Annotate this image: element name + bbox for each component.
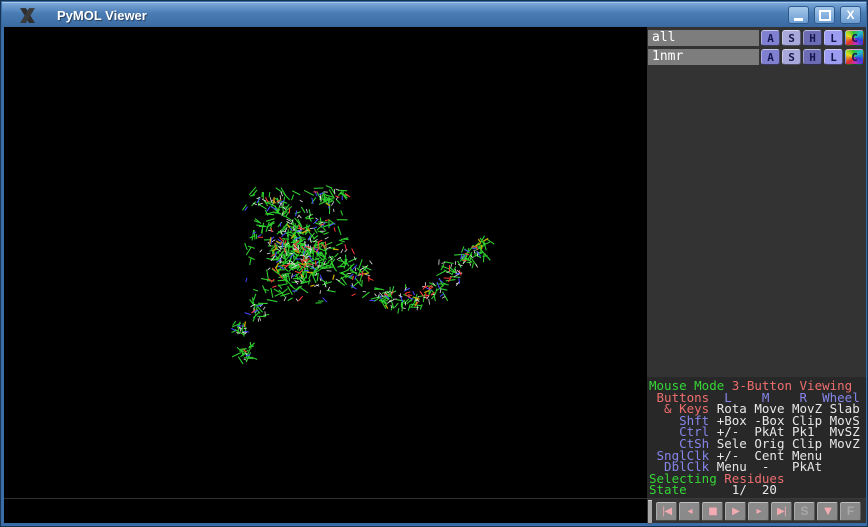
x11-logo-icon[interactable] <box>19 7 36 24</box>
label-menu-button[interactable]: L <box>824 49 843 65</box>
step-forward-button[interactable]: ▸ <box>748 502 769 521</box>
label-menu-button[interactable]: L <box>824 30 843 46</box>
mouse-mode-panel: Mouse Mode 3-Button Viewing Buttons L M … <box>647 377 866 498</box>
scene-label: S <box>800 504 808 518</box>
action-menu-button[interactable]: A <box>761 49 780 65</box>
fast-forward-button[interactable]: ▶| <box>771 502 792 521</box>
color-menu-button[interactable]: C <box>845 30 864 46</box>
stop-icon: ■ <box>708 506 716 517</box>
fullscreen-label: F <box>847 504 854 518</box>
rewind-button[interactable]: |◀ <box>656 502 677 521</box>
play-icon: ▶ <box>732 506 739 517</box>
object-name-all[interactable]: all <box>648 30 759 46</box>
transport-bar: |◀ ◂ ■ ▶ ▸ ▶| S ▼ F <box>647 498 866 523</box>
rewind-icon: |◀ <box>662 506 671 517</box>
molecule-1nmr <box>4 27 647 498</box>
play-button[interactable]: ▶ <box>725 502 746 521</box>
window-controls: X <box>788 6 861 24</box>
show-menu-button[interactable]: S <box>782 30 801 46</box>
close-button[interactable]: X <box>840 6 861 24</box>
hide-menu-button[interactable]: H <box>803 49 822 65</box>
command-input[interactable]: PyMOL>set state_counter_mode, 0_ <box>4 498 647 523</box>
fast-forward-icon: ▶| <box>777 506 786 517</box>
object-row-1nmr: 1nmr A S H L C <box>648 49 864 65</box>
object-panel: all A S H L C 1nmr A S H L C Mouse Mode … <box>647 27 866 498</box>
state-row: State 1/ 20 <box>649 484 866 496</box>
object-row-all: all A S H L C <box>648 30 864 46</box>
maximize-icon <box>819 10 831 21</box>
step-back-button[interactable]: ◂ <box>679 502 700 521</box>
window-title: PyMOL Viewer <box>57 3 147 28</box>
maximize-button[interactable] <box>814 6 835 24</box>
3d-viewport[interactable] <box>4 27 647 498</box>
step-back-icon: ◂ <box>687 506 691 517</box>
title-bar[interactable]: PyMOL Viewer X <box>2 2 866 28</box>
scene-button[interactable]: S <box>794 502 815 521</box>
close-icon: X <box>846 9 854 21</box>
action-menu-button[interactable]: A <box>761 30 780 46</box>
minimize-icon <box>794 18 803 21</box>
color-menu-button[interactable]: C <box>845 49 864 65</box>
menu-down-icon: ▼ <box>824 506 831 517</box>
pymol-window: PyMOL Viewer X all A S H <box>0 0 868 527</box>
stop-button[interactable]: ■ <box>702 502 723 521</box>
step-forward-icon: ▸ <box>756 506 760 517</box>
menu-down-button[interactable]: ▼ <box>817 502 838 521</box>
hide-menu-button[interactable]: H <box>803 30 822 46</box>
fullscreen-button[interactable]: F <box>840 502 861 521</box>
show-menu-button[interactable]: S <box>782 49 801 65</box>
resize-grip[interactable] <box>648 500 652 524</box>
object-name-1nmr[interactable]: 1nmr <box>648 49 759 65</box>
minimize-button[interactable] <box>788 6 809 24</box>
